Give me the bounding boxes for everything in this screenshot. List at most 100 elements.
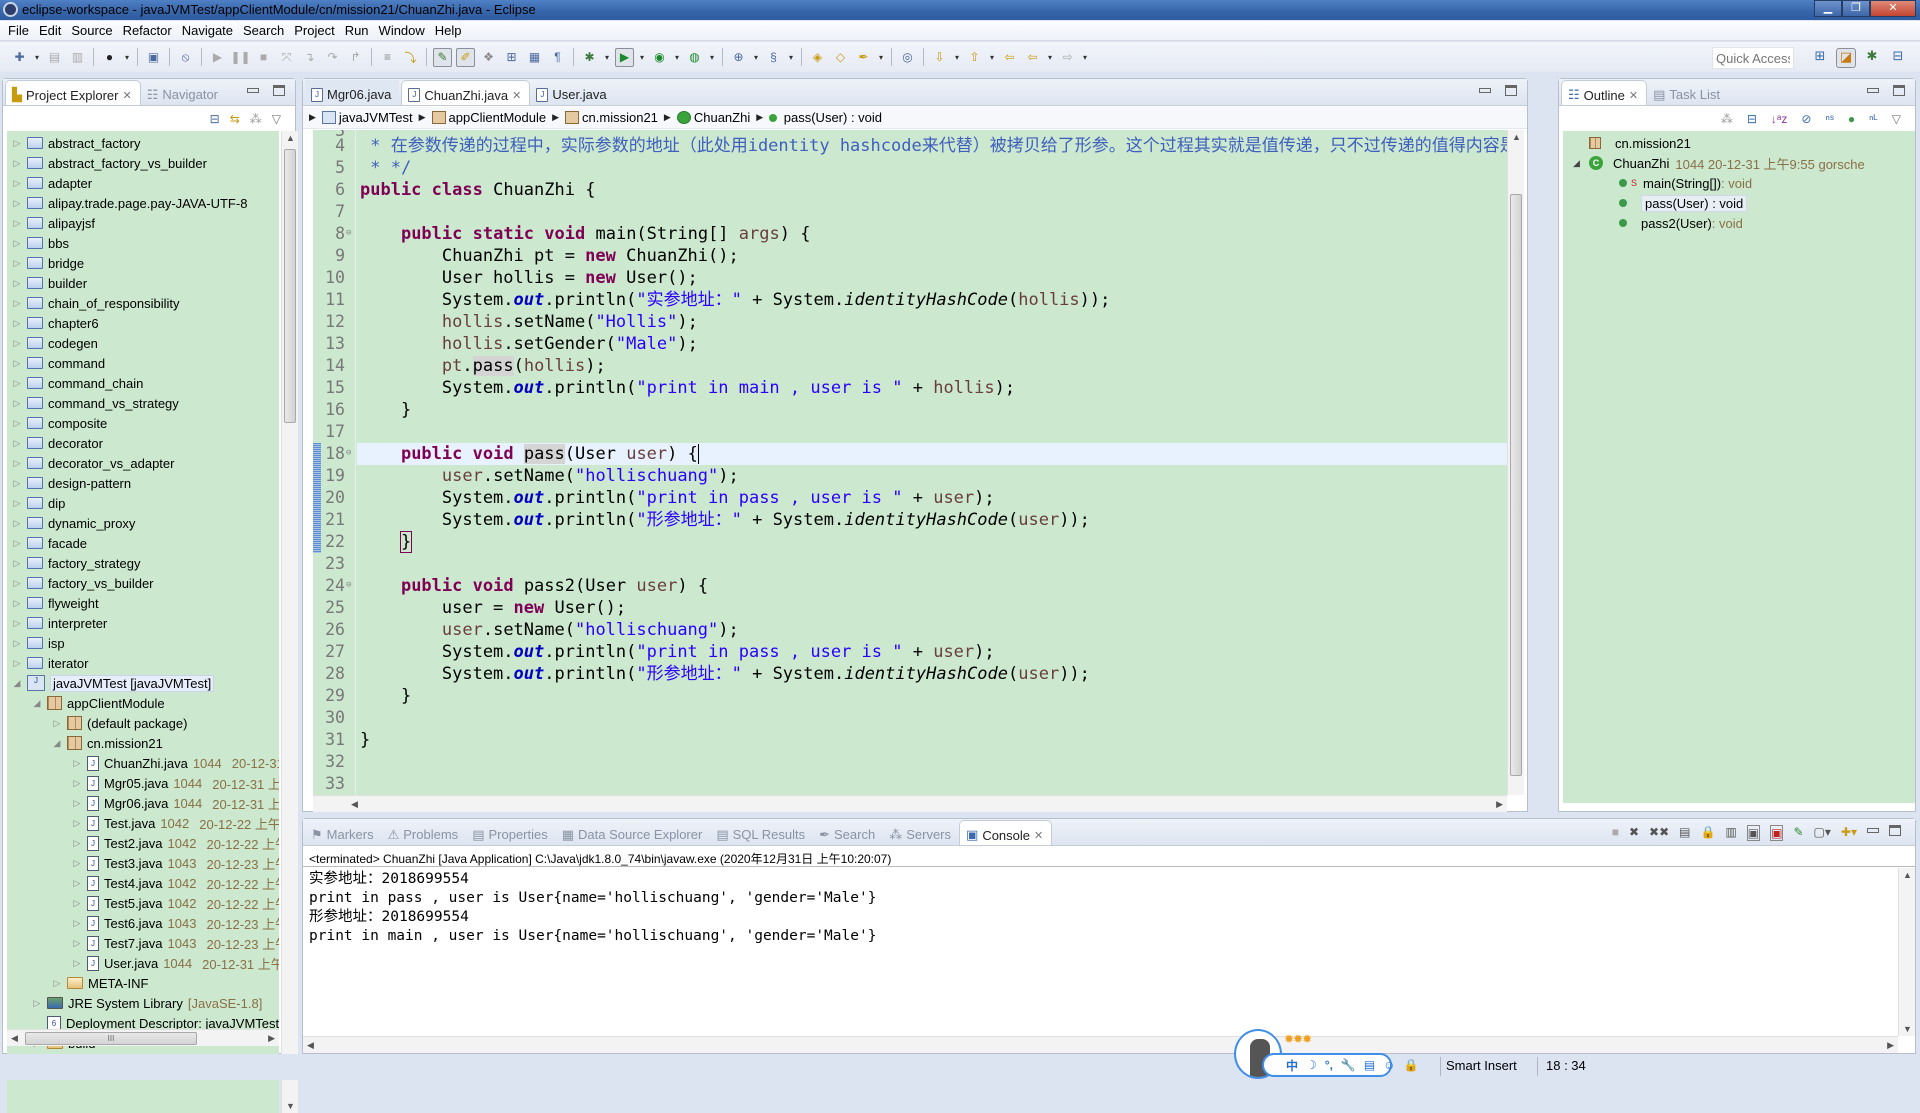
tab-search[interactable]: ✒ Search	[813, 820, 883, 845]
tree-item-folder[interactable]: ▷ factory_strategy	[11, 553, 141, 573]
code-line[interactable]: }	[360, 399, 411, 421]
expand-arrow-icon[interactable]: ▷	[71, 878, 83, 889]
expand-arrow-icon[interactable]: ▷	[11, 418, 23, 429]
breadcrumb-package[interactable]: cn.mission21	[565, 110, 658, 125]
tree-item-file[interactable]: ▷ J Test3.java1043 20-12-23 上午	[71, 853, 279, 873]
back-icon[interactable]: ⇦	[1023, 48, 1042, 67]
link-with-editor-icon[interactable]: ⇆	[230, 112, 240, 126]
view-menu-icon[interactable]: ▽	[1892, 112, 1901, 126]
tree-item-project[interactable]: ◢ JjavaJVMTest [javaJVMTest]	[11, 673, 215, 693]
tab-sql-results[interactable]: ▤ SQL Results	[710, 820, 813, 845]
tree-item-meta-inf[interactable]: ▷ META-INF	[51, 973, 149, 993]
terminate-icon[interactable]: ■	[254, 48, 273, 67]
ime-chinese-mode-icon[interactable]: 中	[1286, 1057, 1298, 1074]
editor-vertical-scrollbar[interactable]: ▲	[1507, 130, 1524, 795]
tree-item-folder[interactable]: ▷ interpreter	[11, 613, 108, 633]
menu-navigate[interactable]: Navigate	[180, 21, 241, 40]
menu-search[interactable]: Search	[241, 21, 292, 40]
tree-item-folder[interactable]: ▷ dip	[11, 493, 66, 513]
run-dropdown[interactable]: ▾	[638, 48, 646, 67]
terminate-icon[interactable]: ■	[1612, 825, 1619, 841]
tree-item-file[interactable]: ▷ J User.java 1044 20-12-31 上午	[71, 953, 279, 973]
console-horizontal-scrollbar[interactable]: ◀ ▶	[303, 1036, 1898, 1053]
java-ee-perspective-icon[interactable]: ◪	[1836, 48, 1856, 68]
view-menu-icon[interactable]: ▽	[272, 112, 281, 126]
tree-item-folder[interactable]: ▷ command	[11, 353, 106, 373]
forward-dropdown[interactable]: ▾	[1081, 48, 1089, 67]
suspend-icon[interactable]: ❚❚	[230, 48, 250, 67]
scrollbar-thumb[interactable]	[284, 149, 296, 423]
project-tree-vertical-scrollbar[interactable]: ▲ ▼	[281, 131, 298, 1113]
expand-arrow-icon[interactable]: ▷	[11, 578, 23, 589]
scroll-right-arrow[interactable]: ▶	[1496, 799, 1503, 810]
open-folder-icon[interactable]: ◈	[808, 48, 827, 67]
expand-arrow-icon[interactable]: ▷	[11, 498, 23, 509]
expand-arrow-icon[interactable]: ▷	[71, 798, 83, 809]
close-icon[interactable]: ✕	[122, 89, 131, 102]
tab-project-explorer[interactable]: ▙ Project Explorer ✕	[5, 80, 141, 105]
breadcrumb-arrow-icon[interactable]: ▶	[552, 112, 559, 123]
collapse-all-icon[interactable]: ⊟	[210, 112, 220, 126]
ime-emoji-icon[interactable]: ☺	[1383, 1058, 1395, 1072]
code-line[interactable]: System.out.println("形参地址：" + System.iden…	[360, 663, 1090, 685]
breadcrumb-arrow-icon[interactable]: ▶	[419, 112, 426, 123]
new-server-icon[interactable]: ⊕	[729, 48, 748, 67]
open-task-icon[interactable]: ▦	[525, 48, 544, 67]
maximize-view-button[interactable]	[273, 85, 285, 96]
toggle-mark-occurrences-icon[interactable]: ✎	[433, 47, 452, 67]
expand-arrow-icon[interactable]: ▷	[71, 818, 83, 829]
menu-help[interactable]: Help	[433, 21, 470, 40]
close-icon[interactable]: ✕	[512, 89, 521, 102]
minimize-view-button[interactable]	[1479, 88, 1491, 93]
code-line[interactable]: public void pass(User user) {	[357, 443, 1507, 465]
scroll-left-arrow[interactable]: ◀	[307, 1040, 314, 1051]
tab-mgr06-java[interactable]: J Mgr06.java	[305, 80, 400, 105]
breadcrumb-method[interactable]: pass(User) : void	[769, 110, 882, 125]
web-browser-icon[interactable]: ◎	[898, 48, 917, 67]
maximize-view-button[interactable]	[1889, 825, 1901, 836]
tab-properties[interactable]: ▤ Properties	[466, 820, 556, 845]
tree-item-folder[interactable]: ▷ dynamic_proxy	[11, 513, 136, 533]
menu-file[interactable]: File	[6, 21, 37, 40]
ime-clipboard-icon[interactable]: ▤	[1364, 1058, 1375, 1072]
sort-icon[interactable]: ↓ᵃz	[1771, 112, 1787, 126]
toggle-block-selection-icon[interactable]: ✐	[456, 47, 475, 67]
tree-item-file[interactable]: ▷ J Test5.java1042 20-12-22 上午	[71, 893, 279, 913]
outline-package[interactable]: cn.mission21	[1589, 133, 1691, 153]
expand-arrow-icon[interactable]: ▷	[11, 338, 23, 349]
code-line[interactable]: public static void main(String[] args) {	[360, 223, 811, 245]
tree-item-folder[interactable]: ▷ bridge	[11, 253, 85, 273]
run-coverage-icon[interactable]: ◉	[650, 48, 669, 67]
tab-navigator[interactable]: ☷ Navigator	[141, 80, 226, 105]
outline-class[interactable]: ◢ C ChuanZhi 1044 20-12-31 上午9:55 gorsch…	[1573, 153, 1865, 173]
expand-arrow-icon[interactable]: ▷	[11, 398, 23, 409]
expand-arrow-icon[interactable]: ▷	[31, 998, 43, 1009]
code-line[interactable]: user.setName("hollischuang");	[360, 619, 739, 641]
code-line[interactable]: user = new User();	[360, 597, 626, 619]
tree-item-folder[interactable]: ▷ abstract_factory	[11, 133, 141, 153]
expand-arrow-icon[interactable]: ▷	[71, 858, 83, 869]
scroll-lock-icon[interactable]: 🔒	[1701, 825, 1716, 841]
debug-dropdown[interactable]: ▾	[603, 48, 611, 67]
menu-refactor[interactable]: Refactor	[121, 21, 180, 40]
ime-half-width-icon[interactable]: ☽	[1306, 1058, 1317, 1072]
breadcrumb-class[interactable]: ChuanZhi	[676, 110, 750, 125]
tree-item-package[interactable]: ◢ cn.mission21	[51, 733, 163, 753]
tab-problems[interactable]: ⚠ Problems	[382, 820, 467, 845]
step-over-icon[interactable]: ↷	[323, 48, 342, 67]
ime-settings-icon[interactable]: 🔧	[1341, 1058, 1356, 1072]
forward-icon[interactable]: ⇨	[1058, 48, 1077, 67]
show-whitespace-icon[interactable]: ❖	[479, 48, 498, 67]
expand-arrow-icon[interactable]: ▷	[71, 958, 83, 969]
close-button[interactable]: ✕	[1870, 0, 1916, 17]
use-step-filters-icon[interactable]: ⤵	[401, 48, 420, 67]
pen-dropdown[interactable]: ▾	[877, 48, 885, 67]
tree-item-folder[interactable]: ▷ adapter	[11, 173, 93, 193]
tree-item-folder[interactable]: ▷ builder	[11, 273, 88, 293]
expand-arrow-icon[interactable]: ▷	[11, 138, 23, 149]
tree-item-folder[interactable]: ▷ decorator	[11, 433, 103, 453]
next-annotation-dropdown[interactable]: ▾	[953, 48, 961, 67]
tab-outline[interactable]: ☷ Outline ✕	[1561, 80, 1648, 105]
coverage-dropdown[interactable]: ▾	[673, 48, 681, 67]
tab-console[interactable]: ▣ Console ✕	[959, 820, 1053, 845]
